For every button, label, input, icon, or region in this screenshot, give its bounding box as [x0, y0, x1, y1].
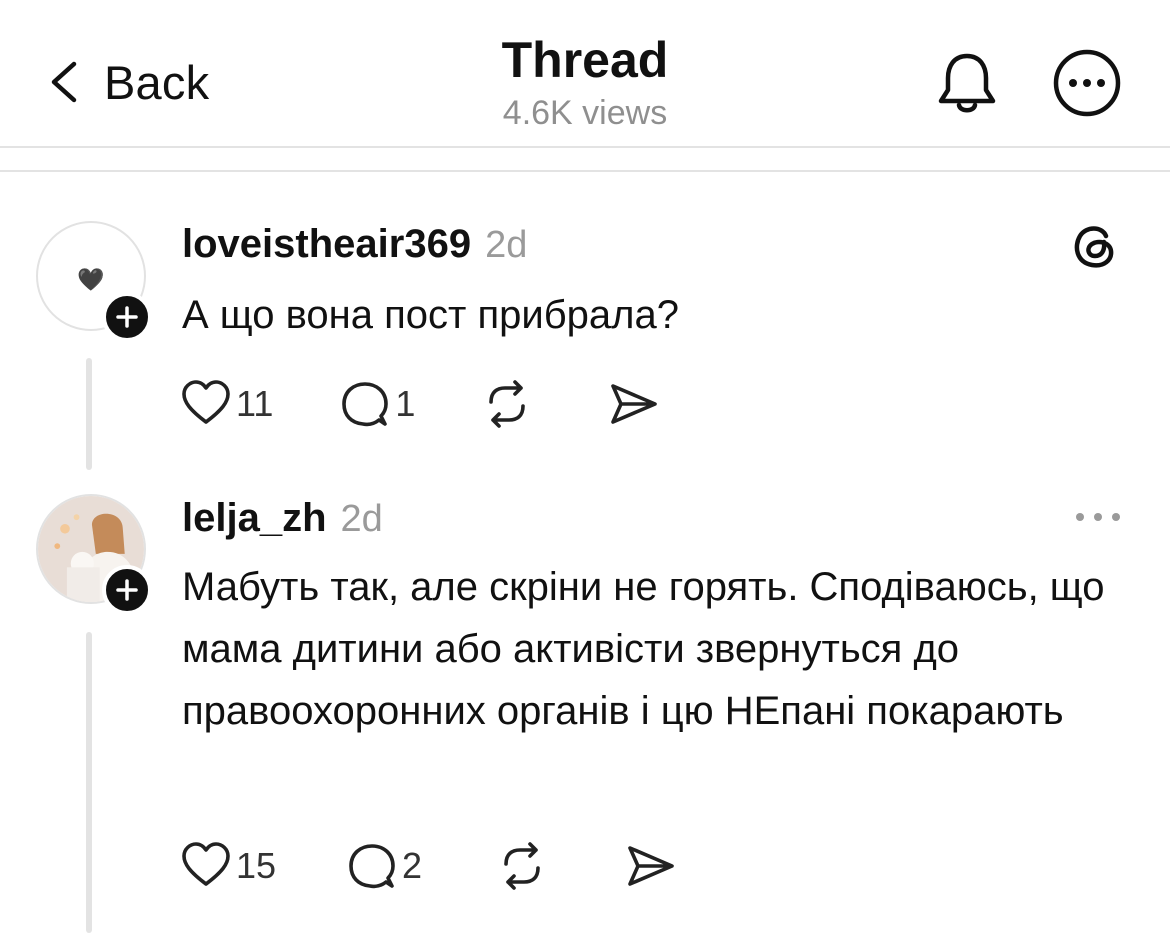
username-text: lelja_zh [182, 496, 327, 540]
share-button[interactable] [624, 840, 676, 892]
view-count: 4.6K views [502, 94, 668, 132]
heart-icon [182, 380, 230, 424]
top-bar: Back Thread 4.6K views [0, 0, 1170, 148]
repost-button[interactable] [496, 840, 548, 892]
section-divider [0, 170, 1170, 172]
like-count: 15 [236, 845, 277, 886]
reply-count: 2 [402, 845, 423, 886]
header-divider [0, 146, 1170, 148]
back-button[interactable]: Back [46, 52, 209, 112]
chevron-left-icon [51, 61, 77, 103]
back-label: Back [104, 55, 210, 109]
username[interactable]: loveistheair369 2d [182, 222, 527, 267]
like-button[interactable]: 15 [180, 840, 276, 892]
reply-button[interactable]: 2 [346, 840, 422, 892]
more-dots-icon[interactable] [1072, 505, 1124, 529]
thread-connector-line [86, 358, 92, 470]
reply-count: 1 [395, 383, 416, 424]
share-button[interactable] [607, 378, 659, 430]
post-text: А що вона пост прибрала? [182, 293, 679, 337]
repost-button[interactable] [481, 378, 533, 430]
plus-icon [116, 579, 138, 601]
plus-icon [116, 306, 138, 328]
like-count: 11 [236, 383, 274, 424]
repost-icon [489, 380, 526, 428]
post-time: 2d [340, 498, 383, 540]
bell-icon[interactable] [934, 48, 1000, 118]
post-actions: 11 1 [180, 374, 659, 434]
follow-button[interactable] [102, 292, 152, 342]
username[interactable]: lelja_zh 2d [182, 496, 383, 541]
comment-icon [342, 382, 389, 427]
threads-logo-icon [1074, 226, 1114, 268]
username-text: loveistheair369 [182, 222, 472, 266]
heart-emoji-avatar: 🖤 [77, 267, 105, 292]
like-button[interactable]: 11 [180, 378, 273, 430]
repost-icon [504, 842, 540, 890]
heart-icon [182, 842, 230, 886]
page-title: Thread [501, 32, 669, 88]
follow-button[interactable] [102, 565, 152, 615]
send-icon [611, 384, 658, 424]
post-text: Мабуть так, але скріни не горять. Сподів… [182, 565, 1105, 733]
send-icon [628, 846, 674, 886]
title-block: Thread 4.6K views [385, 30, 785, 134]
more-circle-icon[interactable] [1052, 48, 1122, 118]
reply-button[interactable]: 1 [339, 378, 415, 430]
post-time: 2d [485, 224, 528, 266]
thread-connector-line [86, 632, 92, 933]
comment-icon [349, 844, 395, 889]
post-actions: 15 2 [180, 836, 676, 896]
